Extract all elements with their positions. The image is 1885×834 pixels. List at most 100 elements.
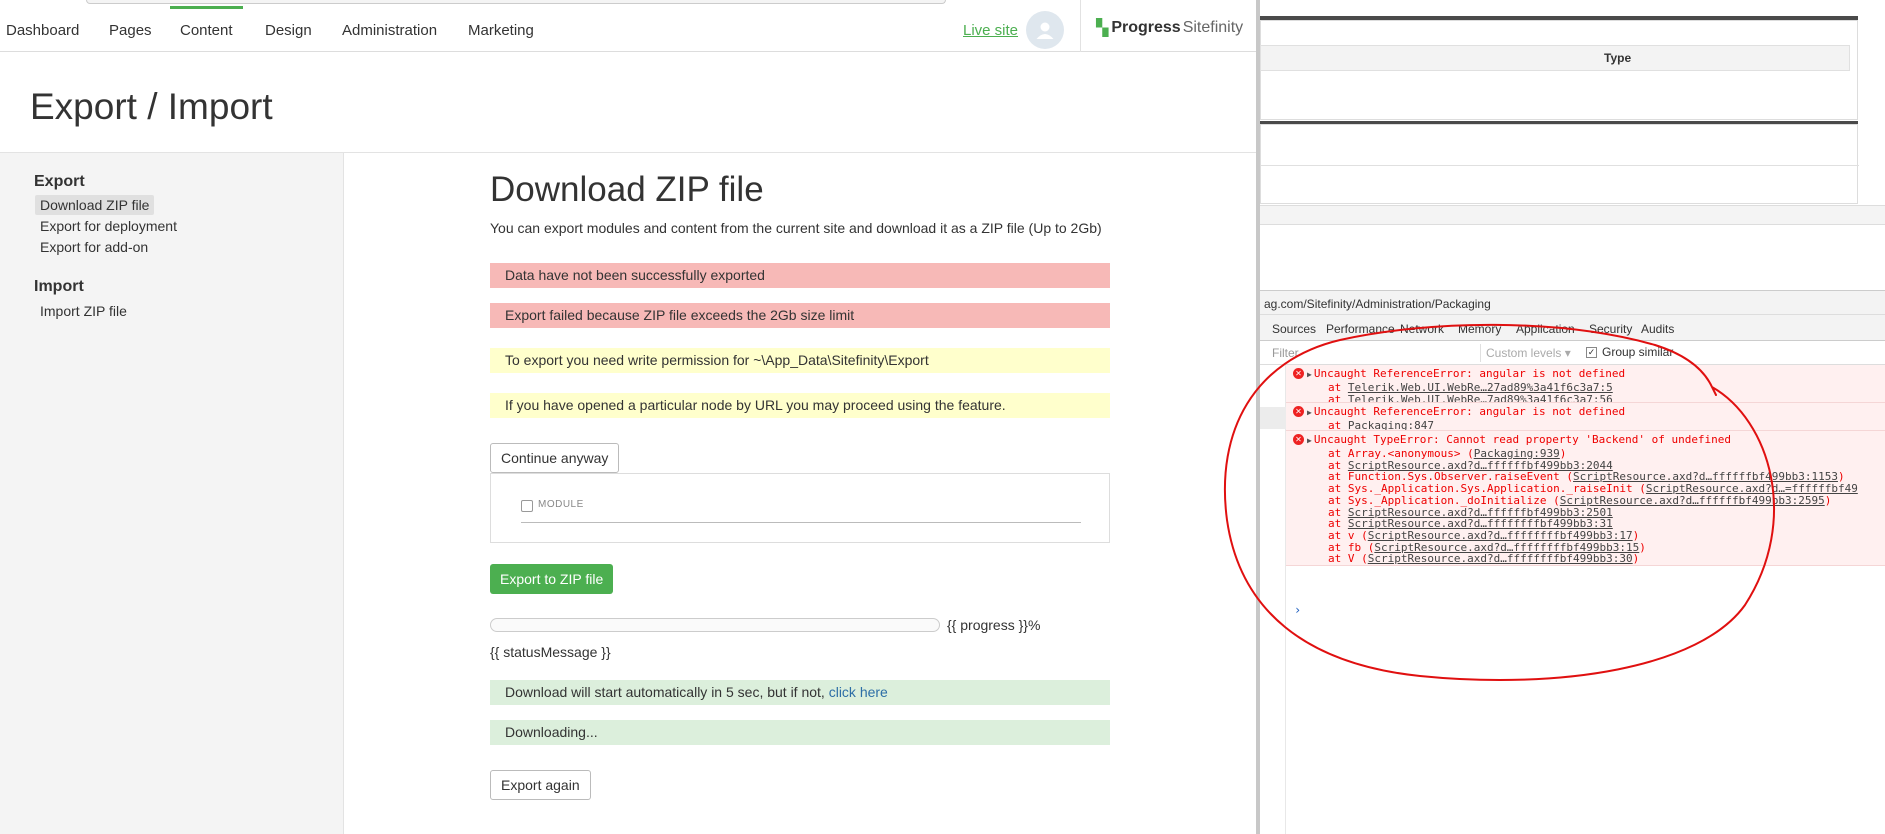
console-error-message[interactable]: ▶ Uncaught ReferenceError: angular is not… — [1307, 367, 1625, 382]
sitefinity-window: Dashboard Pages Content Design Administr… — [0, 0, 1256, 834]
error-icon: ✕ — [1293, 406, 1304, 417]
error-icon: ✕ — [1293, 368, 1304, 379]
devtools-tabs: Sources Performance Network Memory Appli… — [1260, 315, 1885, 341]
stack-frame-prefix: at — [1328, 419, 1348, 431]
tab-sources[interactable]: Sources — [1272, 322, 1316, 336]
tab-application[interactable]: Application — [1516, 322, 1575, 336]
devtools-window: Type ag.com/Sitefinity/Administration/Pa… — [1260, 0, 1885, 834]
expand-triangle-icon[interactable]: ▶ — [1307, 370, 1312, 379]
expand-triangle-icon[interactable]: ▶ — [1307, 436, 1312, 445]
background-panel-divider — [1261, 165, 1859, 166]
stack-frame: at V (ScriptResource.axd?d…ffffffffbf499… — [1328, 552, 1640, 566]
tab-audits[interactable]: Audits — [1641, 322, 1674, 336]
background-table-header: Type — [1260, 45, 1850, 71]
error-message-text: Uncaught TypeError: Cannot read property… — [1313, 433, 1732, 446]
nav-design[interactable]: Design — [265, 22, 312, 39]
sidebar-item-export-addon[interactable]: Export for add-on — [35, 237, 153, 257]
brand-separator — [1080, 0, 1081, 52]
background-panel-2 — [1260, 124, 1859, 204]
tab-security[interactable]: Security — [1589, 322, 1632, 336]
live-site-link[interactable]: Live site — [963, 22, 1018, 39]
module-selector: MODULE — [490, 473, 1110, 543]
intro-text: You can export modules and content from … — [490, 220, 1102, 236]
stack-frame-suffix: ) — [1824, 493, 1832, 507]
stack-frame-link[interactable]: Telerik.Web.UI.WebRe…7ad89%3a41f6c3a7:56 — [1348, 393, 1613, 402]
console-gutter-selection — [1260, 407, 1286, 429]
error-icon: ✕ — [1293, 434, 1304, 445]
stack-frame: at Packaging:847 — [1328, 419, 1434, 431]
download-start-text: Download will start automatically in 5 s… — [505, 684, 829, 700]
background-strip — [1260, 205, 1885, 225]
stack-frame-link[interactable]: Packaging:847 — [1348, 419, 1434, 430]
warning-message-permission: To export you need write permission for … — [490, 348, 1110, 373]
group-similar-checkbox[interactable]: ✓ — [1586, 346, 1597, 358]
stack-frame: at Telerik.Web.UI.WebRe…7ad89%3a41f6c3a7… — [1328, 392, 1613, 403]
stack-frame-prefix: at V ( — [1328, 552, 1368, 566]
sidebar-item-download-zip[interactable]: Download ZIP file — [35, 195, 155, 215]
error-message-text: Uncaught ReferenceError: angular is not … — [1313, 367, 1626, 380]
module-divider — [521, 522, 1081, 523]
console-error-entry[interactable]: ✕ ▶ Uncaught ReferenceError: angular is no… — [1286, 365, 1885, 403]
console-filter-input[interactable]: Filter — [1272, 346, 1299, 360]
console-error-entry[interactable]: ✕ ▶ Uncaught ReferenceError: angular is no… — [1286, 403, 1885, 431]
sidebar-item-export-deployment[interactable]: Export for deployment — [35, 216, 182, 236]
user-avatar[interactable] — [1026, 11, 1064, 49]
devtools-url: ag.com/Sitefinity/Administration/Packagi… — [1260, 291, 1885, 315]
sidebar-heading-export: Export — [34, 173, 85, 190]
devtools-panel: ag.com/Sitefinity/Administration/Packagi… — [1260, 290, 1885, 834]
group-similar-label: Group similar — [1602, 345, 1674, 359]
export-progress-bar — [490, 618, 940, 632]
brand-logo: ▚ Progress Sitefinity — [1096, 18, 1243, 38]
console-output: › ✕ ▶ Uncaught ReferenceError: angular is … — [1286, 365, 1885, 834]
export-to-zip-button[interactable]: Export to ZIP file — [490, 564, 614, 594]
section-heading: Download ZIP file — [490, 170, 764, 209]
nav-administration[interactable]: Administration — [342, 22, 437, 39]
export-again-button[interactable]: Export again — [490, 770, 591, 800]
module-checkbox[interactable] — [521, 500, 533, 512]
tab-network[interactable]: Network — [1400, 322, 1444, 336]
brand-progress-text: Progress — [1111, 19, 1181, 36]
stack-frame-suffix: ) — [1632, 552, 1640, 566]
progress-leaf-icon: ▚ — [1096, 20, 1109, 37]
downloading-message: Downloading... — [490, 720, 1110, 745]
console-error-message[interactable]: ▶ Uncaught ReferenceError: angular is not… — [1307, 405, 1625, 420]
progress-percent-text: {{ progress }}% — [947, 617, 1041, 633]
group-similar-toggle[interactable]: ✓ Group similar — [1586, 345, 1673, 359]
background-page: Type — [1260, 0, 1885, 290]
nav-marketing[interactable]: Marketing — [468, 22, 534, 39]
console-filter-bar: Filter Custom levels ▾ ✓ Group similar — [1260, 341, 1885, 365]
nav-dashboard[interactable]: Dashboard — [6, 22, 79, 39]
console-prompt-icon[interactable]: › — [1294, 603, 1301, 617]
user-icon — [1036, 22, 1054, 39]
error-message-export-failed: Data have not been successfully exported — [490, 263, 1110, 288]
stack-frame-suffix: ) — [1639, 540, 1646, 554]
sidebar: Export Download ZIP file Export for depl… — [0, 153, 344, 834]
continue-anyway-button[interactable]: Continue anyway — [490, 443, 620, 473]
download-start-message: Download will start automatically in 5 s… — [490, 680, 1110, 705]
filter-separator — [1480, 344, 1481, 362]
error-message-text: Uncaught ReferenceError: angular is not … — [1313, 405, 1626, 418]
address-bar-edge — [86, 0, 946, 4]
error-message-size-limit: Export failed because ZIP file exceeds t… — [490, 303, 1110, 328]
console-sidebar-gutter — [1260, 365, 1286, 834]
status-message: {{ statusMessage }} — [490, 644, 611, 660]
log-levels-dropdown[interactable]: Custom levels ▾ — [1486, 346, 1571, 360]
warning-message-node-url: If you have opened a particular node by … — [490, 393, 1110, 418]
stack-frame-prefix: at — [1328, 392, 1348, 403]
tab-performance[interactable]: Performance — [1326, 322, 1395, 336]
expand-triangle-icon[interactable]: ▶ — [1307, 408, 1312, 417]
stack-frame-link[interactable]: ScriptResource.axd?d…ffffffffbf499bb3:30 — [1368, 552, 1633, 565]
module-label: MODULE — [538, 499, 584, 510]
type-column-header: Type — [1604, 51, 1632, 65]
sidebar-heading-import: Import — [34, 278, 84, 295]
sidebar-item-import-zip[interactable]: Import ZIP file — [35, 301, 132, 321]
tab-memory[interactable]: Memory — [1458, 322, 1501, 336]
page-title: Export / Import — [30, 86, 273, 127]
nav-content[interactable]: Content — [170, 6, 243, 39]
brand-sitefinity-text: Sitefinity — [1182, 19, 1244, 36]
click-here-link[interactable]: click here — [829, 684, 888, 700]
console-error-message[interactable]: ▶ Uncaught TypeError: Cannot read propert… — [1307, 433, 1731, 448]
top-navigation: Dashboard Pages Content Design Administr… — [0, 0, 1256, 52]
nav-pages[interactable]: Pages — [109, 22, 152, 39]
console-error-entry[interactable]: ✕ ▶ Uncaught TypeError: Cannot read proper… — [1286, 431, 1885, 566]
